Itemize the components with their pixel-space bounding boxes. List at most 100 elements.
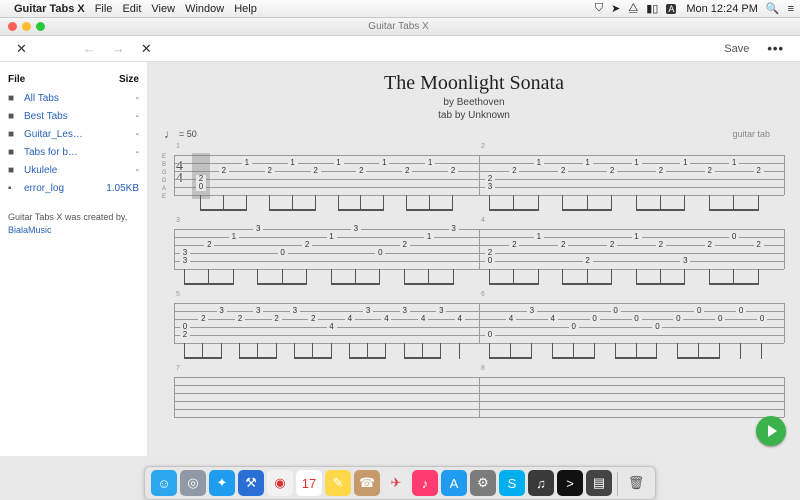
fret-number[interactable]: 3 — [363, 307, 373, 315]
fret-number[interactable]: 0 — [485, 257, 495, 265]
dock-appstore-icon[interactable]: A — [441, 470, 467, 496]
dock-launchpad-icon[interactable]: ◎ — [180, 470, 206, 496]
menu-window[interactable]: Window — [185, 3, 224, 15]
dock-chrome-icon[interactable]: ◉ — [267, 470, 293, 496]
fret-number[interactable]: 1 — [379, 159, 389, 167]
lang-icon[interactable]: A — [666, 4, 676, 14]
menu-icon[interactable]: ≡ — [788, 3, 794, 15]
sidebar-row[interactable]: ■All Tabs- — [8, 89, 139, 107]
fret-number[interactable]: 3 — [400, 307, 410, 315]
close-tab-icon[interactable]: ✕ — [8, 41, 35, 57]
fret-number[interactable]: 3 — [351, 225, 361, 233]
menu-view[interactable]: View — [151, 3, 175, 15]
fret-number[interactable]: 4 — [381, 315, 391, 323]
sidebar-row[interactable]: ■Best Tabs- — [8, 107, 139, 125]
fret-number[interactable]: 3 — [217, 307, 227, 315]
fret-number[interactable]: 1 — [729, 159, 739, 167]
fret-number[interactable]: 2 — [311, 167, 321, 175]
fret-number[interactable]: 0 — [375, 249, 385, 257]
fret-number[interactable]: 2 — [607, 167, 617, 175]
fret-number[interactable]: 0 — [715, 315, 725, 323]
save-button[interactable]: Save — [724, 43, 749, 55]
fret-number[interactable]: 1 — [425, 159, 435, 167]
fret-number[interactable]: 0 — [278, 249, 288, 257]
fret-number[interactable]: 4 — [345, 315, 355, 323]
fret-number[interactable]: 2 — [219, 167, 229, 175]
fret-number[interactable]: 2 — [235, 315, 245, 323]
tab-canvas[interactable]: The Moonlight Sonata by Beethoven tab by… — [148, 62, 800, 456]
fret-number[interactable]: 0 — [757, 315, 767, 323]
fret-number[interactable]: 1 — [242, 159, 252, 167]
fret-number[interactable]: 2 — [607, 241, 617, 249]
credit-link[interactable]: BialaMusic — [8, 225, 52, 235]
fret-number[interactable]: 2 — [558, 167, 568, 175]
fret-number[interactable]: 4 — [327, 323, 337, 331]
play-button[interactable] — [756, 416, 786, 446]
wifi-icon[interactable]: ⧋ — [628, 2, 638, 15]
sidebar-row[interactable]: ■Guitar_Les…- — [8, 125, 139, 143]
fret-number[interactable]: 2 — [509, 241, 519, 249]
fret-number[interactable]: 1 — [534, 159, 544, 167]
fret-number[interactable]: 2 — [272, 315, 282, 323]
spotlight-icon[interactable]: 🔍 — [766, 2, 780, 15]
fret-number[interactable]: 2 — [198, 315, 208, 323]
fret-number[interactable]: 4 — [455, 315, 465, 323]
dock-preferences-icon[interactable]: ⚙ — [470, 470, 496, 496]
dock-itunes-icon[interactable]: ♪ — [412, 470, 438, 496]
fret-number[interactable]: 4 — [548, 315, 558, 323]
window-minimize[interactable] — [22, 22, 31, 31]
fret-number[interactable]: 0 — [694, 307, 704, 315]
fret-number[interactable]: 1 — [327, 233, 337, 241]
fret-number[interactable]: 2 — [448, 167, 458, 175]
fret-number[interactable]: 1 — [583, 159, 593, 167]
menu-file[interactable]: File — [95, 3, 113, 15]
fret-number[interactable]: 1 — [424, 233, 434, 241]
more-icon[interactable]: ••• — [759, 41, 792, 56]
sidebar-row[interactable]: ■Ukulele- — [8, 161, 139, 179]
fret-number[interactable]: 0 — [569, 323, 579, 331]
fret-number[interactable]: 3 — [680, 257, 690, 265]
close-page-icon[interactable]: ✕ — [133, 41, 160, 57]
dock-guitar-icon[interactable]: ♫ — [528, 470, 554, 496]
location-icon[interactable]: ➤ — [611, 2, 620, 15]
fret-number[interactable]: 2 — [356, 167, 366, 175]
dock-notes-icon[interactable]: ✎ — [325, 470, 351, 496]
fret-number[interactable]: 2 — [583, 257, 593, 265]
fret-number[interactable]: 1 — [632, 233, 642, 241]
fret-number[interactable]: 0 — [652, 323, 662, 331]
tab-staff[interactable] — [174, 155, 784, 195]
fret-number[interactable]: 2 — [754, 241, 764, 249]
fret-number[interactable]: 0 — [736, 307, 746, 315]
fret-number[interactable]: 2 — [308, 315, 318, 323]
fret-number[interactable]: 3 — [180, 257, 190, 265]
battery-icon[interactable]: ▮▯ — [646, 2, 658, 15]
fret-number[interactable]: 1 — [229, 233, 239, 241]
fret-number[interactable]: 1 — [632, 159, 642, 167]
fret-number[interactable]: 3 — [527, 307, 537, 315]
nav-forward-icon[interactable]: → — [104, 41, 133, 56]
dock-terminal-icon[interactable]: > — [557, 470, 583, 496]
fret-number[interactable]: 2 — [204, 241, 214, 249]
fret-number[interactable]: 4 — [506, 315, 516, 323]
fret-number[interactable]: 2 — [656, 241, 666, 249]
fret-number[interactable]: 0 — [729, 233, 739, 241]
fret-number[interactable]: 0 — [485, 331, 495, 339]
fret-number[interactable]: 2 — [302, 241, 312, 249]
fret-number[interactable]: 4 — [418, 315, 428, 323]
dock-trash-icon[interactable]: 🗑 — [623, 470, 649, 496]
window-close[interactable] — [8, 22, 17, 31]
fret-number[interactable]: 2 — [656, 167, 666, 175]
fret-number[interactable]: 2 — [400, 241, 410, 249]
sidebar-row[interactable]: ■Tabs for b…- — [8, 143, 139, 161]
fret-number[interactable]: 1 — [334, 159, 344, 167]
fret-number[interactable]: 2 — [705, 167, 715, 175]
fret-number[interactable]: 3 — [290, 307, 300, 315]
dock-skype-icon[interactable]: S — [499, 470, 525, 496]
fret-number[interactable]: 2 — [754, 167, 764, 175]
fret-number[interactable]: 2 — [558, 241, 568, 249]
shield-icon[interactable]: ⛉ — [595, 2, 603, 15]
menu-help[interactable]: Help — [234, 3, 257, 15]
fret-number[interactable]: 0 — [673, 315, 683, 323]
menubar-appname[interactable]: Guitar Tabs X — [14, 3, 85, 15]
window-zoom[interactable] — [36, 22, 45, 31]
